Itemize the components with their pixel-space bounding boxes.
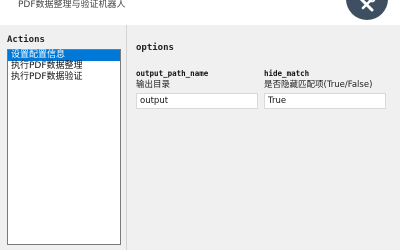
wrench-screwdriver-icon [359,0,376,12]
app-header: PDF数据整理与验证机器人 [0,0,400,25]
main-area: Actions 设置配置信息 执行PDF数据整理 执行PDF数据验证 optio… [0,25,400,250]
app-title: PDF数据整理与验证机器人 [18,0,126,10]
field-output-path: output_path_name 输出目录 [136,68,258,109]
field-key: hide_match [264,69,310,78]
action-item-validate[interactable]: 执行PDF数据验证 [8,72,120,83]
hide-match-input[interactable] [264,93,386,109]
output-path-input[interactable] [136,93,258,109]
options-heading: options [136,43,174,53]
actions-list[interactable]: 设置配置信息 执行PDF数据整理 执行PDF数据验证 [7,49,121,245]
panel-divider [126,25,127,250]
field-hide-match: hide_match 是否隐藏匹配项(True/False) [264,68,386,109]
actions-panel: Actions 设置配置信息 执行PDF数据整理 执行PDF数据验证 [5,35,123,247]
action-item-organize[interactable]: 执行PDF数据整理 [8,61,120,72]
field-description: 是否隐藏匹配项(True/False) [264,80,373,90]
field-key: output_path_name [136,69,209,78]
actions-heading: Actions [7,35,45,45]
field-description: 输出目录 [136,80,171,90]
tool-badge[interactable] [346,0,388,20]
action-item-settings[interactable]: 设置配置信息 [8,50,120,61]
